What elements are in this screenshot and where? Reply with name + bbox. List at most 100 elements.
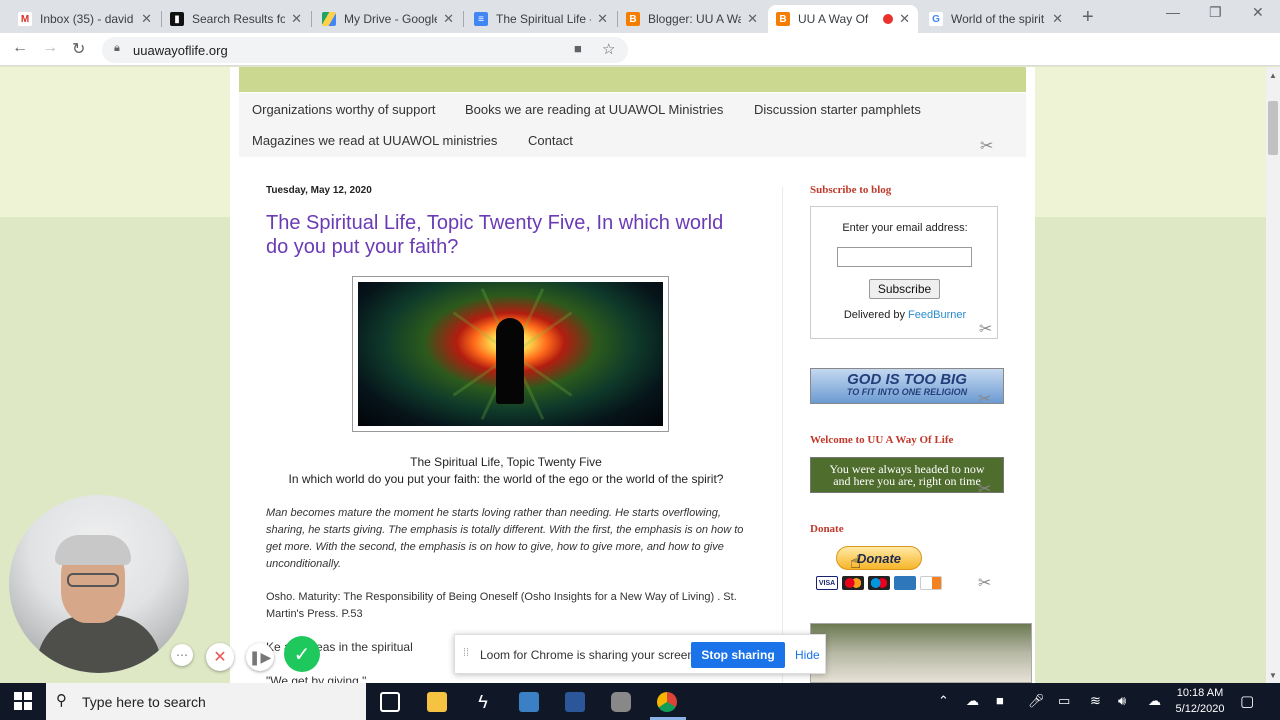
chrome-icon[interactable]: [657, 692, 677, 712]
blog-header: [239, 67, 1026, 92]
post-date: Tuesday, May 12, 2020: [266, 185, 372, 196]
tray-chevron-icon[interactable]: ⌃: [938, 693, 949, 709]
battery-icon[interactable]: ▭: [1058, 693, 1070, 709]
close-icon[interactable]: ✕: [141, 11, 152, 27]
blogger-icon: B: [776, 12, 790, 26]
edit-tools-icon[interactable]: ✂: [978, 479, 991, 499]
close-icon[interactable]: ✕: [291, 11, 302, 27]
page-scrollbar[interactable]: ▲ ▼: [1266, 67, 1280, 683]
windows-taskbar: ⚲ Type here to search ϟ ⌃ ☁ ■ 🎤︎ ▭ ≋ 🔊︎ …: [0, 683, 1280, 720]
post-body-line: "We get by giving.": [266, 674, 367, 683]
bookmark-star-icon[interactable]: ☆: [602, 40, 615, 58]
nav-organizations[interactable]: Organizations worthy of support: [252, 102, 436, 117]
cursor-icon: ☝: [850, 552, 861, 572]
google-icon: G: [929, 12, 943, 26]
tab-my-drive[interactable]: My Drive - Google ✕: [314, 5, 462, 33]
lightning-app-icon[interactable]: ϟ: [473, 692, 493, 712]
gmail-icon: M: [18, 12, 32, 26]
god-is-too-big-banner[interactable]: GOD IS TOO BIG TO FIT INTO ONE RELIGION: [810, 368, 1004, 404]
edit-tools-icon[interactable]: ✂: [978, 573, 991, 593]
blog-container: Organizations worthy of support Books we…: [230, 67, 1035, 683]
recording-icon: [883, 14, 894, 24]
flower-photo[interactable]: [810, 623, 1032, 683]
docs-icon: ≡: [474, 12, 488, 26]
donate-button[interactable]: Donate: [836, 546, 922, 570]
close-icon[interactable]: ✕: [597, 11, 608, 27]
tab-gmail[interactable]: M Inbox (35) - david ✕: [10, 5, 160, 33]
url-text[interactable]: uuawayoflife.org: [133, 43, 228, 58]
tab-uu-a-way-of-life[interactable]: B UU A Way Of ✕: [768, 5, 918, 33]
drag-handle-icon[interactable]: ⁞⁞: [463, 647, 469, 659]
visa-card-icon: VISA: [816, 576, 838, 590]
cloud-upload-icon[interactable]: ☁: [1148, 693, 1161, 709]
minimize-icon[interactable]: —: [1166, 4, 1180, 20]
hide-button[interactable]: Hide: [795, 648, 820, 662]
close-icon[interactable]: ✕: [747, 11, 758, 27]
edit-tools-icon[interactable]: ✂: [980, 136, 993, 156]
web-page: Organizations worthy of support Books we…: [0, 67, 1266, 683]
maestro-card-icon: [868, 576, 890, 590]
camera-app-icon[interactable]: [611, 692, 631, 712]
subscribe-heading: Subscribe to blog: [810, 184, 892, 196]
back-icon[interactable]: ←: [12, 39, 28, 57]
camera-icon[interactable]: ■: [574, 41, 582, 56]
edit-tools-icon[interactable]: ✂: [978, 389, 991, 409]
image-caption-line1: The Spiritual Life, Topic Twenty Five: [410, 455, 602, 469]
search-icon: ⚲: [56, 692, 67, 709]
finish-recording-icon[interactable]: ✓: [284, 636, 320, 672]
mastercard-icon: [842, 576, 864, 590]
reload-icon[interactable]: ↻: [72, 39, 85, 59]
browser-toolbar: ← → ↻ 🔒︎ uuawayoflife.org ■ ☆ ⋮: [0, 33, 1280, 93]
microphone-icon[interactable]: 🎤︎: [1028, 693, 1045, 709]
close-icon[interactable]: ✕: [443, 11, 454, 27]
tab-google-docs[interactable]: ≡ The Spiritual Life - ✕: [466, 5, 616, 33]
close-window-icon[interactable]: ✕: [1252, 4, 1264, 21]
post-citation: Osho. Maturity: The Responsibility of Be…: [266, 591, 737, 620]
tray-app-icon[interactable]: ■: [996, 693, 1004, 708]
volume-icon[interactable]: 🔊︎: [1118, 693, 1126, 709]
welcome-banner[interactable]: You were always headed to now and here y…: [810, 457, 1004, 493]
webcam-bubble[interactable]: [9, 495, 189, 673]
nav-pamphlets[interactable]: Discussion starter pamphlets: [754, 102, 921, 117]
task-view-icon[interactable]: [380, 692, 400, 712]
tab-world-of-the-spirit[interactable]: G World of the spirit ✕: [921, 5, 1071, 33]
stop-sharing-button[interactable]: Stop sharing: [691, 642, 785, 668]
blogger-icon: B: [626, 12, 640, 26]
nav-contact[interactable]: Contact: [528, 133, 573, 148]
subscribe-widget: Enter your email address: Subscribe Deli…: [810, 206, 998, 339]
subscribe-button[interactable]: Subscribe: [869, 279, 940, 299]
edit-tools-icon[interactable]: ✂: [979, 319, 992, 339]
restore-icon[interactable]: ❐: [1209, 4, 1222, 21]
nav-books[interactable]: Books we are reading at UUAWOL Ministrie…: [465, 102, 723, 117]
file-explorer-icon[interactable]: [427, 692, 447, 712]
taskbar-clock[interactable]: 10:18 AM 5/12/2020: [1170, 685, 1230, 717]
tab-blogger[interactable]: B Blogger: UU A Wa ✕: [618, 5, 766, 33]
scrollbar-thumb[interactable]: [1268, 101, 1278, 155]
cancel-recording-icon[interactable]: ✕: [206, 643, 234, 671]
more-options-icon[interactable]: ⋯: [171, 644, 193, 666]
windows-start-icon[interactable]: [14, 692, 32, 710]
notification-icon[interactable]: ▢: [1240, 692, 1254, 710]
email-field[interactable]: [837, 247, 972, 267]
word-icon[interactable]: [565, 692, 585, 712]
forward-icon[interactable]: →: [42, 39, 58, 57]
close-icon[interactable]: ✕: [1052, 11, 1063, 27]
nav-magazines[interactable]: Magazines we read at UUAWOL ministries: [252, 133, 497, 148]
loom-message: Loom for Chrome is sharing your screen.: [480, 648, 698, 662]
discover-card-icon: [920, 576, 942, 590]
close-icon[interactable]: ✕: [899, 11, 910, 27]
tab-search-results[interactable]: ▮ Search Results for ✕: [162, 5, 310, 33]
app-icon[interactable]: [519, 692, 539, 712]
loom-sharing-bar: ⁞⁞ Loom for Chrome is sharing your scree…: [454, 634, 826, 674]
pause-icon[interactable]: ❚▶: [246, 643, 274, 671]
post-image[interactable]: [352, 276, 669, 432]
post-title[interactable]: The Spiritual Life, Topic Twenty Five, I…: [266, 211, 746, 259]
feedburner-link[interactable]: FeedBurner: [908, 309, 966, 321]
bars-icon: ▮: [170, 12, 184, 26]
email-label: Enter your email address:: [842, 222, 968, 234]
address-bar[interactable]: 🔒︎ uuawayoflife.org ■ ☆: [102, 37, 628, 63]
taskbar-search-input[interactable]: ⚲ Type here to search: [46, 683, 366, 720]
wifi-icon[interactable]: ≋: [1090, 693, 1101, 709]
new-tab-button[interactable]: +: [1082, 6, 1094, 29]
onedrive-icon[interactable]: ☁: [966, 693, 979, 709]
